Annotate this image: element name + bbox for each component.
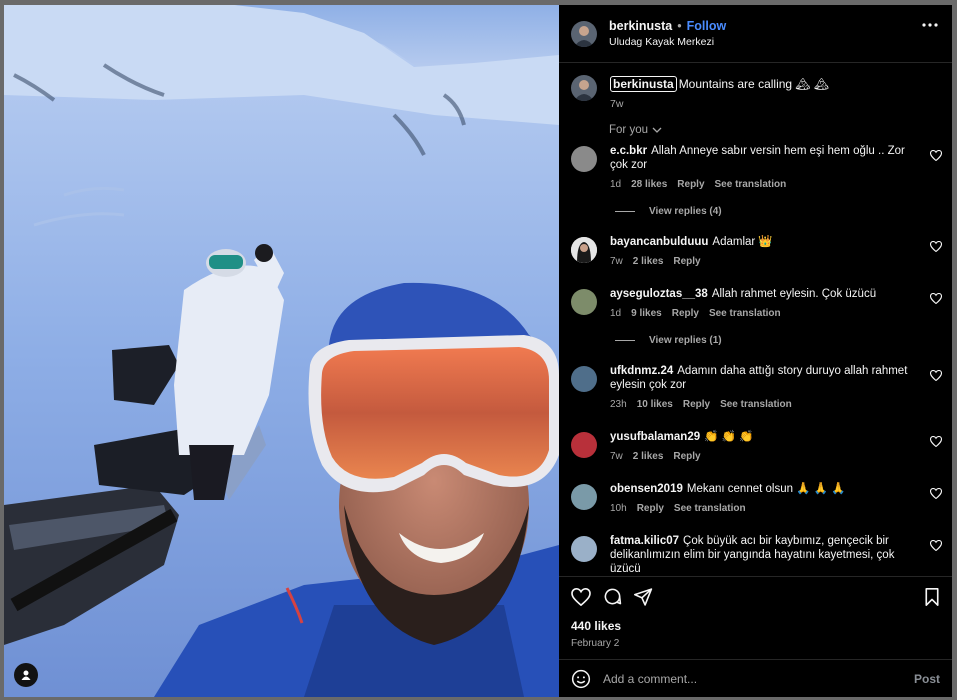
comment-sort-dropdown[interactable]: For you <box>609 124 952 136</box>
commenter-avatar[interactable] <box>571 366 597 392</box>
reply-button[interactable]: Reply <box>673 450 700 464</box>
caption-text: Mountains are calling 🏔 🏔 <box>678 77 830 91</box>
heart-icon[interactable] <box>930 370 942 381</box>
comment-item: ufkdnmz.24 Adamın daha attığı story duruy… <box>559 364 952 412</box>
comment-text: Mekanı cennet olsun 🙏 🙏 🙏 <box>686 483 846 495</box>
add-comment-bar: Post <box>559 659 952 697</box>
comment-text: 👏 👏 👏 <box>704 431 754 443</box>
commenter-avatar[interactable] <box>571 536 597 562</box>
view-replies-button[interactable]: View replies (4) <box>615 206 952 217</box>
see-translation-button[interactable]: See translation <box>715 178 787 192</box>
chevron-down-icon <box>652 127 662 133</box>
heart-icon[interactable] <box>930 150 942 161</box>
reply-button[interactable]: Reply <box>637 502 664 516</box>
commenter-avatar[interactable] <box>571 289 597 315</box>
comment-username[interactable]: e.c.bkr <box>610 145 647 157</box>
post-comment-button[interactable]: Post <box>914 672 940 686</box>
comment-time: 23h <box>610 399 627 410</box>
emoji-icon[interactable] <box>571 669 591 689</box>
see-translation-button[interactable]: See translation <box>674 502 746 516</box>
comment-text: Allah Anneye sabır versin hem eşi hem oğ… <box>610 145 905 171</box>
separator-dot: • <box>677 19 682 33</box>
comments-feed[interactable]: berkinusta Mountains are calling 🏔 🏔 7w F… <box>559 63 952 575</box>
commenter-avatar[interactable] <box>571 484 597 510</box>
comment-likes[interactable]: 28 likes <box>631 178 667 192</box>
author-username[interactable]: berkinusta <box>609 19 672 33</box>
comment-username[interactable]: obensen2019 <box>610 483 683 495</box>
heart-icon[interactable] <box>571 587 591 606</box>
view-replies-button[interactable]: View replies (1) <box>615 335 952 346</box>
post-date: February 2 <box>571 638 620 649</box>
comment-item: fatma.kilic07 Çok büyük acı bir kaybımız,… <box>559 534 952 575</box>
post-photo[interactable] <box>4 5 559 697</box>
comment-text: Allah rahmet eylesin. Çok üzücü <box>711 288 877 300</box>
heart-icon[interactable] <box>930 436 942 447</box>
see-translation-button[interactable]: See translation <box>720 398 792 412</box>
comment-username[interactable]: yusufbalaman29 <box>610 431 700 443</box>
post-actions: 440 likes February 2 <box>559 576 952 662</box>
reply-button[interactable]: Reply <box>683 398 710 412</box>
comment-username[interactable]: bayancanbulduuu <box>610 236 708 248</box>
comment-username[interactable]: fatma.kilic07 <box>610 535 679 547</box>
comment-text: Adamlar 👑 <box>712 236 773 248</box>
author-avatar[interactable] <box>571 20 597 47</box>
comment-likes[interactable]: 9 likes <box>631 307 662 321</box>
post-modal: berkinusta • Follow Uludag Kayak Merkezi… <box>4 5 952 697</box>
see-translation-button[interactable]: See translation <box>709 307 781 321</box>
comment-item: e.c.bkr Allah Anneye sabır versin hem eşi… <box>559 144 952 192</box>
comment-icon[interactable] <box>603 587 622 606</box>
comment-time: 1d <box>610 308 622 319</box>
post-header: berkinusta • Follow Uludag Kayak Merkezi <box>559 5 952 63</box>
comment-item: bayancanbulduuu Adamlar 👑 7w 2 likes Repl… <box>559 235 952 269</box>
comment-likes[interactable]: 2 likes <box>633 450 664 464</box>
comment-time: 7w <box>610 451 623 462</box>
comment-likes[interactable]: 10 likes <box>637 398 673 412</box>
bookmark-icon[interactable] <box>924 587 940 606</box>
comment-time: 1d <box>610 179 622 190</box>
user-tag-icon[interactable] <box>14 663 38 687</box>
selfie-mountain-image <box>4 5 559 697</box>
caption-time: 7w <box>610 98 624 110</box>
comment-item: ayseguloztas__38 Allah rahmet eylesin. Ço… <box>559 287 952 321</box>
comment-username[interactable]: ufkdnmz.24 <box>610 365 673 377</box>
heart-icon[interactable] <box>930 488 942 499</box>
post-side-panel: berkinusta • Follow Uludag Kayak Merkezi… <box>559 5 952 697</box>
commenter-avatar[interactable] <box>571 237 597 263</box>
commenter-avatar[interactable] <box>571 146 597 172</box>
likes-count[interactable]: 440 likes <box>571 619 952 633</box>
heart-icon[interactable] <box>930 241 942 252</box>
sort-label: For you <box>609 124 648 136</box>
reply-button[interactable]: Reply <box>677 178 704 192</box>
share-icon[interactable] <box>634 587 653 606</box>
comment-item: obensen2019 Mekanı cennet olsun 🙏 🙏 🙏 10h… <box>559 482 952 516</box>
comment-time: 7w <box>610 256 623 267</box>
reply-button[interactable]: Reply <box>673 255 700 269</box>
more-icon[interactable] <box>922 23 938 27</box>
caption-username[interactable]: berkinusta <box>610 76 677 92</box>
comment-input[interactable] <box>601 670 914 687</box>
heart-icon[interactable] <box>930 540 942 551</box>
comment-item: yusufbalaman29 👏 👏 👏 7w 2 likes Reply <box>559 430 952 464</box>
comment-likes[interactable]: 2 likes <box>633 255 664 269</box>
post-location[interactable]: Uludag Kayak Merkezi <box>609 36 726 48</box>
comment-username[interactable]: ayseguloztas__38 <box>610 288 708 300</box>
commenter-avatar[interactable] <box>571 432 597 458</box>
follow-button[interactable]: Follow <box>687 19 727 33</box>
reply-button[interactable]: Reply <box>672 307 699 321</box>
comment-time: 10h <box>610 503 627 514</box>
author-avatar-caption[interactable] <box>571 75 597 101</box>
heart-icon[interactable] <box>930 293 942 304</box>
post-caption: berkinusta Mountains are calling 🏔 🏔 7w <box>559 63 952 110</box>
